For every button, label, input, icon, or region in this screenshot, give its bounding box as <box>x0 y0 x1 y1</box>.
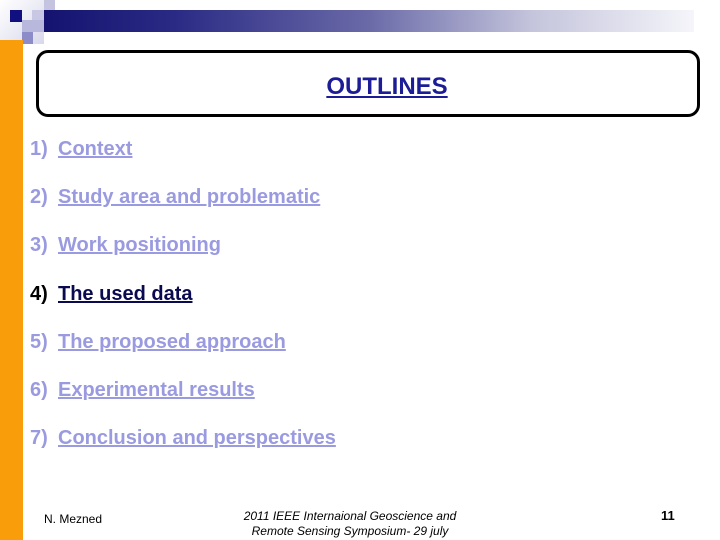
item-link[interactable]: Study area and problematic <box>58 186 320 208</box>
decor-square <box>44 0 55 10</box>
page-number: 11 <box>661 508 675 523</box>
item-number: 5) <box>30 331 48 353</box>
footer-author: N. Mezned <box>44 512 103 526</box>
item-link[interactable]: Work positioning <box>58 234 221 256</box>
footer-conference: 2011 IEEE Internaional Geoscience and Re… <box>200 509 500 539</box>
outline-item-study-area[interactable]: 2) Study area and problematic <box>30 186 320 209</box>
header-gradient-bar <box>44 10 694 32</box>
item-number: 1) <box>30 138 48 160</box>
item-link[interactable]: The used data <box>58 283 192 305</box>
slide-title: OUTLINES <box>326 73 448 100</box>
footer-conference-line1: 2011 IEEE Internaional Geoscience and <box>243 509 457 523</box>
outline-item-experimental-results[interactable]: 6) Experimental results <box>30 379 255 402</box>
item-link[interactable]: Experimental results <box>58 379 255 401</box>
item-link[interactable]: Context <box>58 138 132 160</box>
item-number: 3) <box>30 234 48 256</box>
outline-item-work-positioning[interactable]: 3) Work positioning <box>30 234 221 257</box>
outline-item-used-data[interactable]: 4) The used data <box>30 283 192 306</box>
item-number: 7) <box>30 427 48 449</box>
accent-bar <box>0 40 23 540</box>
outline-item-context[interactable]: 1) Context <box>30 138 132 161</box>
outline-item-conclusion[interactable]: 7) Conclusion and perspectives <box>30 427 336 450</box>
decor-square <box>22 20 44 32</box>
item-number: 4) <box>30 283 48 305</box>
title-box: OUTLINES <box>36 50 700 117</box>
item-link[interactable]: Conclusion and perspectives <box>58 427 336 449</box>
footer-conference-line2: Remote Sensing Symposium- 29 july <box>251 524 449 538</box>
item-link[interactable]: The proposed approach <box>58 331 286 353</box>
item-number: 6) <box>30 379 48 401</box>
outline-item-proposed-approach[interactable]: 5) The proposed approach <box>30 331 286 354</box>
decor-square <box>10 10 22 22</box>
decor-square <box>22 32 33 44</box>
item-number: 2) <box>30 186 48 208</box>
